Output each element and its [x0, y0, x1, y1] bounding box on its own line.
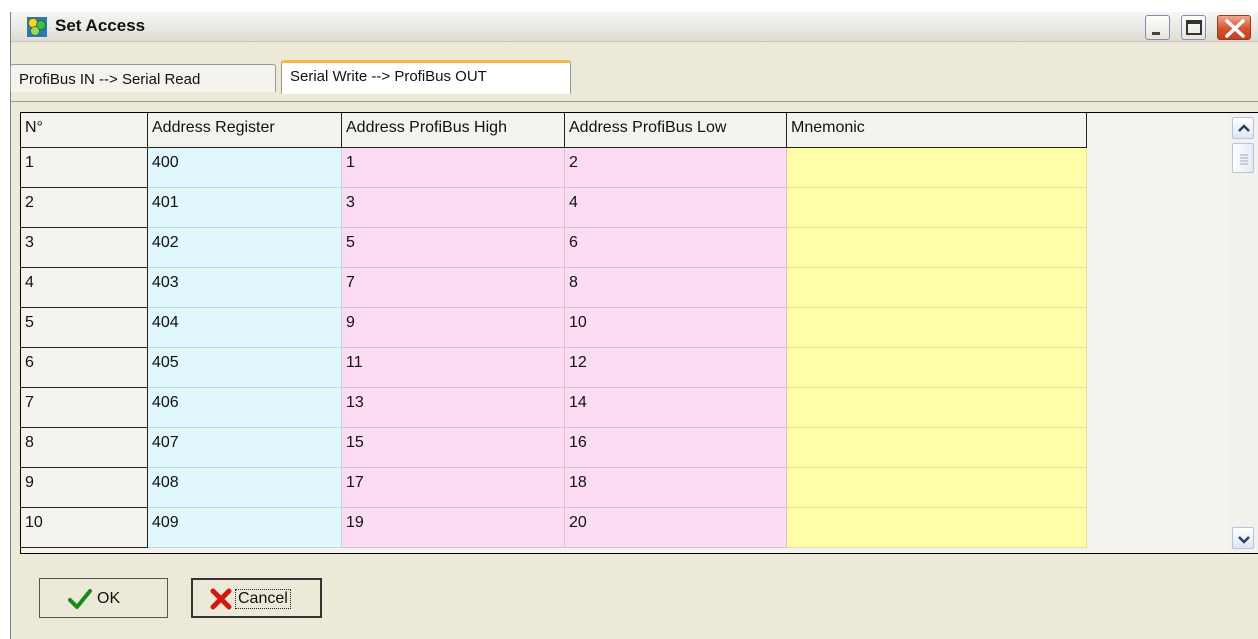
profibus-high-cell[interactable]: 1: [342, 148, 565, 188]
profibus-high-cell[interactable]: 17: [342, 468, 565, 508]
profibus-low-cell[interactable]: 6: [565, 228, 787, 268]
maximize-button[interactable]: [1181, 15, 1206, 40]
mnemonic-cell[interactable]: [787, 148, 1087, 188]
mnemonic-cell[interactable]: [787, 428, 1087, 468]
row-number-cell[interactable]: 4: [21, 268, 148, 308]
red-x-icon: [210, 588, 232, 610]
mnemonic-cell[interactable]: [787, 188, 1087, 228]
tab-serial-write[interactable]: Serial Write --> ProfiBus OUT: [281, 60, 571, 94]
minimize-icon: [1152, 32, 1160, 35]
profibus-high-cell[interactable]: 5: [342, 228, 565, 268]
maximize-icon: [1186, 20, 1202, 35]
address-register-cell[interactable]: 409: [148, 508, 342, 548]
address-register-cell[interactable]: 400: [148, 148, 342, 188]
address-register-cell[interactable]: 404: [148, 308, 342, 348]
profibus-high-cell[interactable]: 7: [342, 268, 565, 308]
scroll-down-button[interactable]: [1232, 527, 1254, 549]
profibus-low-cell[interactable]: 18: [565, 468, 787, 508]
column-header-profibus-high[interactable]: Address ProfiBus High: [342, 113, 565, 148]
ok-button[interactable]: OK: [39, 578, 168, 618]
grip-icon: [1240, 154, 1248, 165]
chevron-down-icon: [1238, 536, 1250, 544]
profibus-low-cell[interactable]: 10: [565, 308, 787, 348]
window-title: Set Access: [55, 16, 146, 35]
mnemonic-cell[interactable]: [787, 388, 1087, 428]
profibus-high-cell[interactable]: 9: [342, 308, 565, 348]
profibus-low-cell[interactable]: 20: [565, 508, 787, 548]
close-icon: [1225, 19, 1245, 38]
vertical-scrollbar[interactable]: [1228, 113, 1258, 553]
row-number-cell[interactable]: 9: [21, 468, 148, 508]
column-header-number[interactable]: N°: [21, 113, 148, 148]
chevron-up-icon: [1238, 124, 1250, 132]
mnemonic-cell[interactable]: [787, 348, 1087, 388]
row-number-cell[interactable]: 8: [21, 428, 148, 468]
address-register-cell[interactable]: 403: [148, 268, 342, 308]
tab-divider: [10, 101, 1258, 102]
tab-profibus-in[interactable]: ProfiBus IN --> Serial Read: [10, 64, 276, 92]
access-grid[interactable]: N° Address Register Address ProfiBus Hig…: [20, 112, 1258, 554]
profibus-high-cell[interactable]: 13: [342, 388, 565, 428]
column-header-mnemonic[interactable]: Mnemonic: [787, 113, 1087, 148]
mnemonic-cell[interactable]: [787, 508, 1087, 548]
address-register-cell[interactable]: 405: [148, 348, 342, 388]
row-number-cell[interactable]: 6: [21, 348, 148, 388]
row-number-cell[interactable]: 1: [21, 148, 148, 188]
row-number-cell[interactable]: 3: [21, 228, 148, 268]
address-register-cell[interactable]: 401: [148, 188, 342, 228]
address-register-cell[interactable]: 408: [148, 468, 342, 508]
profibus-low-cell[interactable]: 12: [565, 348, 787, 388]
title-bar[interactable]: Set Access: [11, 12, 1258, 42]
minimize-button[interactable]: [1145, 15, 1170, 40]
row-number-cell[interactable]: 7: [21, 388, 148, 428]
ok-label: OK: [97, 590, 121, 607]
mnemonic-cell[interactable]: [787, 268, 1087, 308]
profibus-high-cell[interactable]: 15: [342, 428, 565, 468]
profibus-high-cell[interactable]: 11: [342, 348, 565, 388]
cancel-label: Cancel: [235, 589, 291, 609]
profibus-low-cell[interactable]: 4: [565, 188, 787, 228]
profibus-high-cell[interactable]: 19: [342, 508, 565, 548]
mnemonic-cell[interactable]: [787, 308, 1087, 348]
profibus-high-cell[interactable]: 3: [342, 188, 565, 228]
row-number-cell[interactable]: 5: [21, 308, 148, 348]
column-header-address-register[interactable]: Address Register: [148, 113, 342, 148]
address-register-cell[interactable]: 407: [148, 428, 342, 468]
mnemonic-cell[interactable]: [787, 468, 1087, 508]
address-register-cell[interactable]: 402: [148, 228, 342, 268]
profibus-low-cell[interactable]: 16: [565, 428, 787, 468]
profibus-low-cell[interactable]: 14: [565, 388, 787, 428]
scroll-up-button[interactable]: [1232, 117, 1254, 139]
scroll-thumb[interactable]: [1232, 143, 1254, 173]
address-register-cell[interactable]: 406: [148, 388, 342, 428]
column-header-profibus-low[interactable]: Address ProfiBus Low: [565, 113, 787, 148]
app-icon: [27, 17, 47, 37]
close-button[interactable]: [1217, 15, 1251, 40]
row-number-cell[interactable]: 10: [21, 508, 148, 548]
row-number-cell[interactable]: 2: [21, 188, 148, 228]
mnemonic-cell[interactable]: [787, 228, 1087, 268]
profibus-low-cell[interactable]: 2: [565, 148, 787, 188]
profibus-low-cell[interactable]: 8: [565, 268, 787, 308]
cancel-button[interactable]: Cancel: [191, 578, 322, 618]
checkmark-icon: [68, 589, 92, 609]
